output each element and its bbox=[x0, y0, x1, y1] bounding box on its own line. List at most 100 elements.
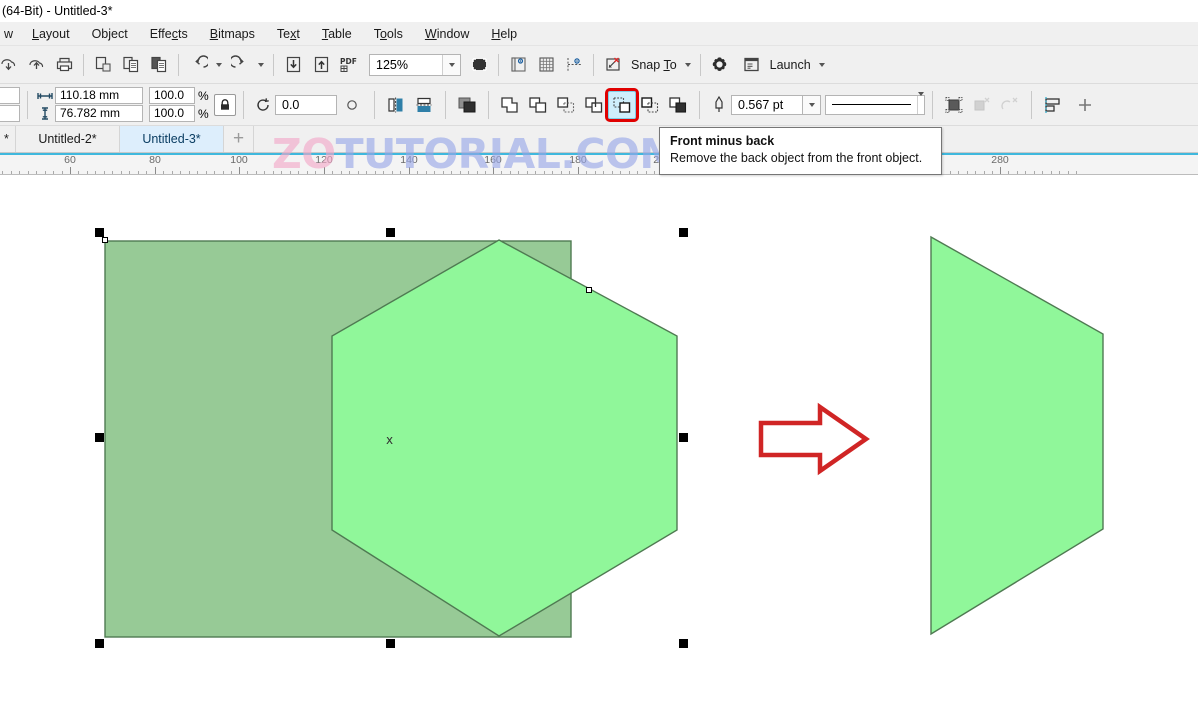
snap-off-icon[interactable] bbox=[599, 51, 627, 79]
view-guidelines-icon[interactable] bbox=[560, 51, 588, 79]
ruler-tick-minor bbox=[112, 171, 114, 174]
zoom-level-combo[interactable]: 125% bbox=[369, 53, 461, 76]
trim-icon[interactable] bbox=[524, 91, 552, 119]
lock-ratio-icon[interactable] bbox=[214, 93, 236, 116]
scale-x-percent-label: % bbox=[198, 88, 209, 103]
launch-label[interactable]: Launch bbox=[766, 58, 815, 72]
rotation-center-icon[interactable] bbox=[337, 99, 367, 111]
ruler-tick-minor bbox=[434, 171, 436, 174]
undo-icon[interactable] bbox=[184, 51, 212, 79]
svg-text:PDF: PDF bbox=[340, 57, 357, 66]
curve-node-top-left[interactable] bbox=[102, 237, 108, 243]
selection-handle-se[interactable] bbox=[679, 639, 688, 648]
copy-icon[interactable] bbox=[117, 51, 145, 79]
outline-style-combo[interactable] bbox=[825, 91, 925, 115]
weld-icon[interactable] bbox=[496, 91, 524, 119]
import-icon[interactable] bbox=[0, 51, 22, 79]
outline-width-combo[interactable]: 0.567 pt bbox=[731, 94, 821, 115]
view-rulers-icon[interactable] bbox=[504, 51, 532, 79]
menu-item-help[interactable]: Help bbox=[480, 22, 528, 46]
outline-style-dropdown-arrow-icon[interactable] bbox=[917, 91, 924, 114]
menu-item-layout[interactable]: Layout bbox=[21, 22, 81, 46]
object-height-field[interactable]: 76.782 mm bbox=[55, 105, 143, 122]
create-boundary-icon[interactable] bbox=[664, 91, 692, 119]
document-tab-clipped[interactable]: * bbox=[0, 126, 16, 152]
ruler-tick-minor bbox=[1033, 171, 1035, 174]
position-x-field[interactable]: m bbox=[0, 87, 20, 104]
snap-to-dropdown-arrow-icon[interactable] bbox=[681, 51, 695, 79]
menu-item-tools[interactable]: Tools bbox=[363, 22, 414, 46]
menu-item-object[interactable]: Object bbox=[81, 22, 139, 46]
redo-icon[interactable] bbox=[226, 51, 254, 79]
export-pdf-icon[interactable]: PDF bbox=[335, 51, 363, 79]
outline-width-dropdown-arrow-icon[interactable] bbox=[803, 94, 821, 115]
view-grid-icon[interactable] bbox=[532, 51, 560, 79]
back-minus-front-icon[interactable] bbox=[636, 91, 664, 119]
document-tab-untitled-3[interactable]: Untitled-3* bbox=[120, 126, 224, 152]
menu-item-table[interactable]: Table bbox=[311, 22, 363, 46]
options-gear-icon[interactable] bbox=[706, 51, 734, 79]
align-and-distribute-icon[interactable] bbox=[1039, 91, 1067, 119]
zoom-to-fit-icon[interactable] bbox=[465, 51, 493, 79]
selection-handle-n[interactable] bbox=[386, 228, 395, 237]
ruler-tick-minor bbox=[171, 171, 173, 174]
menu-item-view[interactable]: w bbox=[0, 22, 21, 46]
snap-to-label[interactable]: Snap To bbox=[627, 58, 681, 72]
selection-handle-w[interactable] bbox=[95, 433, 104, 442]
selection-handle-e[interactable] bbox=[679, 433, 688, 442]
cut-icon[interactable] bbox=[89, 51, 117, 79]
convert-to-curves-icon[interactable] bbox=[940, 91, 968, 119]
menu-item-effects[interactable]: Effects bbox=[139, 22, 199, 46]
selection-handle-nw[interactable] bbox=[95, 228, 104, 237]
ruler-label: 120 bbox=[315, 154, 333, 166]
launch-dropdown-arrow-icon[interactable] bbox=[815, 51, 829, 79]
front-minus-back-icon[interactable] bbox=[605, 87, 639, 122]
scale-x-field[interactable]: 100.0 bbox=[149, 87, 195, 104]
contour-icon bbox=[968, 91, 996, 119]
outline-width-value[interactable]: 0.567 pt bbox=[731, 94, 803, 115]
horizontal-ruler[interactable]: 6080100120140160180200220240260280 bbox=[0, 153, 1198, 175]
document-tab-label: Untitled-2* bbox=[38, 132, 97, 146]
export-icon[interactable] bbox=[22, 51, 50, 79]
outline-pen-icon[interactable] bbox=[707, 95, 731, 115]
intersect-icon[interactable] bbox=[552, 91, 580, 119]
add-document-tab-icon[interactable]: + bbox=[224, 126, 254, 152]
object-size-icons bbox=[35, 87, 55, 122]
ruler-label: 160 bbox=[484, 154, 502, 166]
curve-node-hexagon-edge[interactable] bbox=[586, 287, 592, 293]
simplify-icon[interactable] bbox=[580, 91, 608, 119]
menu-item-window[interactable]: Window bbox=[414, 22, 480, 46]
menu-item-bitmaps[interactable]: Bitmaps bbox=[199, 22, 266, 46]
selection-handle-sw[interactable] bbox=[95, 639, 104, 648]
object-position-fields[interactable]: m m bbox=[0, 87, 20, 122]
ruler-tick-minor bbox=[357, 171, 359, 174]
print-icon[interactable] bbox=[50, 51, 78, 79]
paste-icon[interactable] bbox=[145, 51, 173, 79]
undo-dropdown-arrow-icon[interactable] bbox=[212, 51, 226, 79]
rotation-angle-field[interactable]: 0.0 bbox=[275, 94, 337, 115]
selection-handle-ne[interactable] bbox=[679, 228, 688, 237]
propbar-overflow-icon[interactable] bbox=[1071, 91, 1099, 119]
order-to-front-icon[interactable] bbox=[453, 91, 481, 119]
mirror-vertical-icon[interactable] bbox=[410, 91, 438, 119]
object-width-field[interactable]: 110.18 mm bbox=[55, 87, 143, 104]
mirror-horizontal-icon[interactable] bbox=[382, 91, 410, 119]
red-arrow bbox=[758, 402, 870, 476]
launch-panel-icon[interactable] bbox=[738, 51, 766, 79]
ruler-tick-minor bbox=[400, 171, 402, 174]
position-y-field[interactable]: m bbox=[0, 105, 20, 122]
scale-y-field[interactable]: 100.0 bbox=[149, 105, 195, 122]
redo-dropdown-arrow-icon[interactable] bbox=[254, 51, 268, 79]
ruler-tick-minor bbox=[366, 171, 368, 174]
object-scale-fields[interactable]: 100.0 % 100.0 % bbox=[149, 87, 210, 122]
import-down-icon[interactable] bbox=[279, 51, 307, 79]
export-up-icon[interactable] bbox=[307, 51, 335, 79]
document-tab-untitled-2[interactable]: Untitled-2* bbox=[16, 126, 120, 152]
ruler-tick-minor bbox=[78, 171, 80, 174]
object-size-fields[interactable]: 110.18 mm 76.782 mm bbox=[55, 87, 143, 122]
zoom-dropdown-arrow-icon[interactable] bbox=[442, 54, 460, 75]
selection-handle-s[interactable] bbox=[386, 639, 395, 648]
result-shape[interactable] bbox=[930, 235, 1104, 636]
menu-item-text[interactable]: Text bbox=[266, 22, 311, 46]
drawing-canvas[interactable]: x bbox=[0, 175, 1198, 709]
